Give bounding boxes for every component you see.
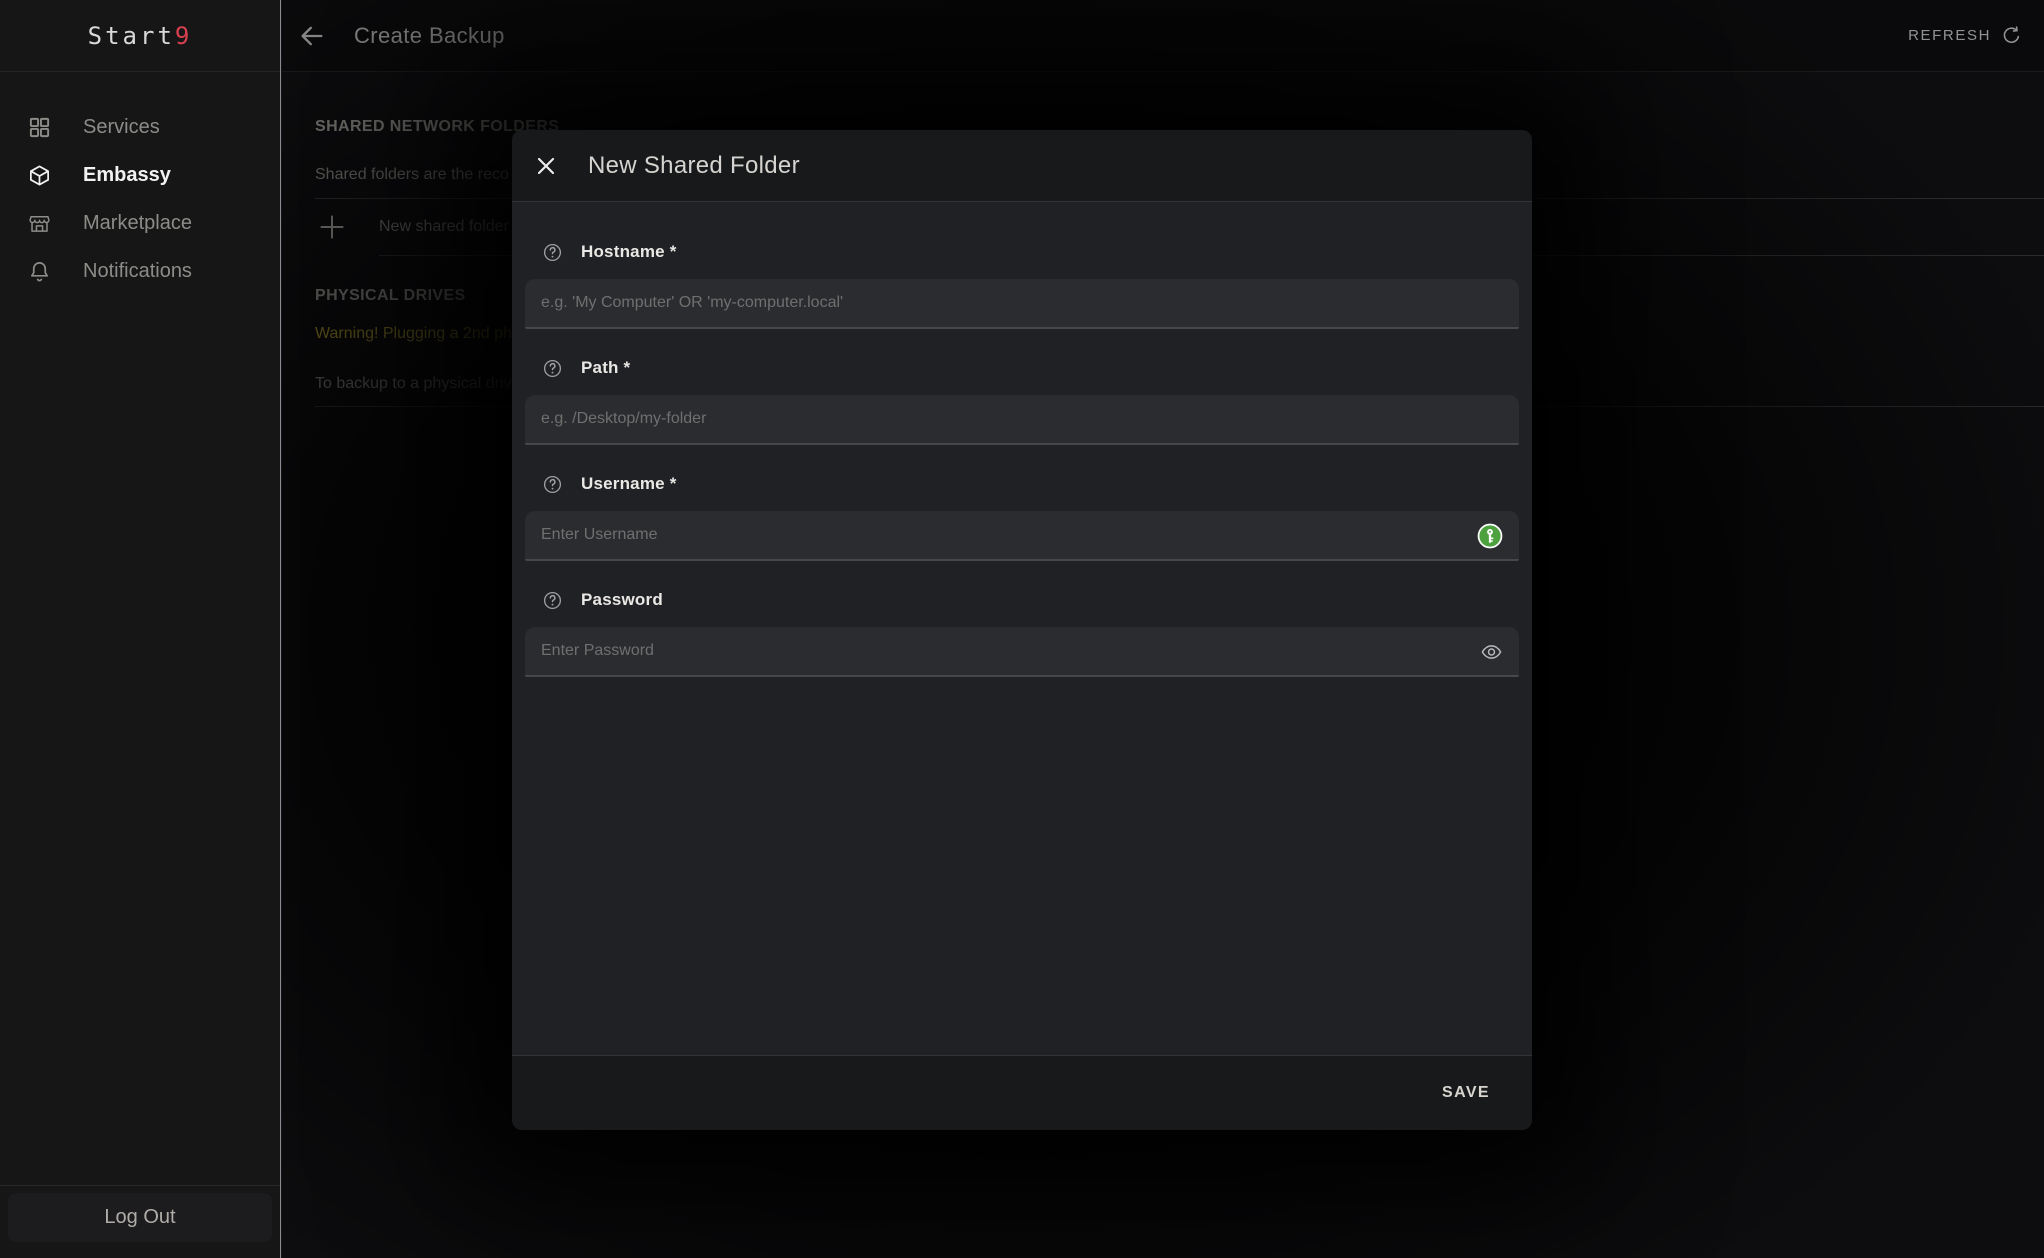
path-input[interactable] (525, 395, 1519, 445)
sidebar-item-label: Notifications (83, 260, 192, 283)
sidebar-nav: Services Embassy Marketplace Notificatio… (0, 72, 280, 1185)
username-input[interactable] (525, 511, 1519, 561)
modal-title: New Shared Folder (588, 152, 800, 180)
path-label: Path * (581, 358, 630, 378)
brand-suffix: 9 (175, 22, 192, 50)
brand-logo: Start9 (0, 0, 280, 72)
password-manager-key-icon[interactable] (1477, 523, 1503, 549)
help-icon[interactable] (542, 590, 563, 611)
password-label: Password (581, 590, 663, 610)
storefront-icon (28, 212, 51, 235)
hostname-label: Hostname * (581, 242, 677, 262)
sidebar-item-services[interactable]: Services (0, 103, 280, 151)
cube-icon (28, 164, 51, 187)
save-button[interactable]: SAVE (1428, 1074, 1504, 1112)
sidebar-item-embassy[interactable]: Embassy (0, 151, 280, 199)
new-shared-folder-modal: New Shared Folder Hostname * (512, 130, 1532, 1130)
logout-button[interactable]: Log Out (8, 1193, 272, 1242)
show-password-eye-icon[interactable] (1480, 641, 1503, 664)
modal-footer: SAVE (512, 1055, 1532, 1130)
username-label: Username * (581, 474, 677, 494)
path-field-group: Path * (525, 355, 1519, 445)
close-button[interactable] (534, 154, 558, 178)
grid-icon (28, 116, 51, 139)
logout-label: Log Out (104, 1206, 175, 1229)
help-icon[interactable] (542, 474, 563, 495)
modal-body: Hostname * Path * (512, 202, 1532, 1055)
modal-header: New Shared Folder (512, 130, 1532, 202)
sidebar: Start9 Services Embassy Marketplace (0, 0, 281, 1258)
bell-icon (28, 260, 51, 283)
help-icon[interactable] (542, 242, 563, 263)
sidebar-item-label: Marketplace (83, 212, 192, 235)
hostname-field-group: Hostname * (525, 239, 1519, 329)
close-icon (534, 154, 558, 178)
sidebar-item-notifications[interactable]: Notifications (0, 247, 280, 295)
password-input[interactable] (525, 627, 1519, 677)
sidebar-item-label: Services (83, 116, 160, 139)
app-root: Start9 Services Embassy Marketplace (0, 0, 2044, 1258)
sidebar-item-label: Embassy (83, 164, 171, 187)
sidebar-footer: Log Out (0, 1185, 280, 1258)
sidebar-item-marketplace[interactable]: Marketplace (0, 199, 280, 247)
help-icon[interactable] (542, 358, 563, 379)
hostname-input[interactable] (525, 279, 1519, 329)
password-field-group: Password (525, 587, 1519, 677)
brand-prefix: Start (88, 22, 175, 50)
username-field-group: Username * (525, 471, 1519, 561)
